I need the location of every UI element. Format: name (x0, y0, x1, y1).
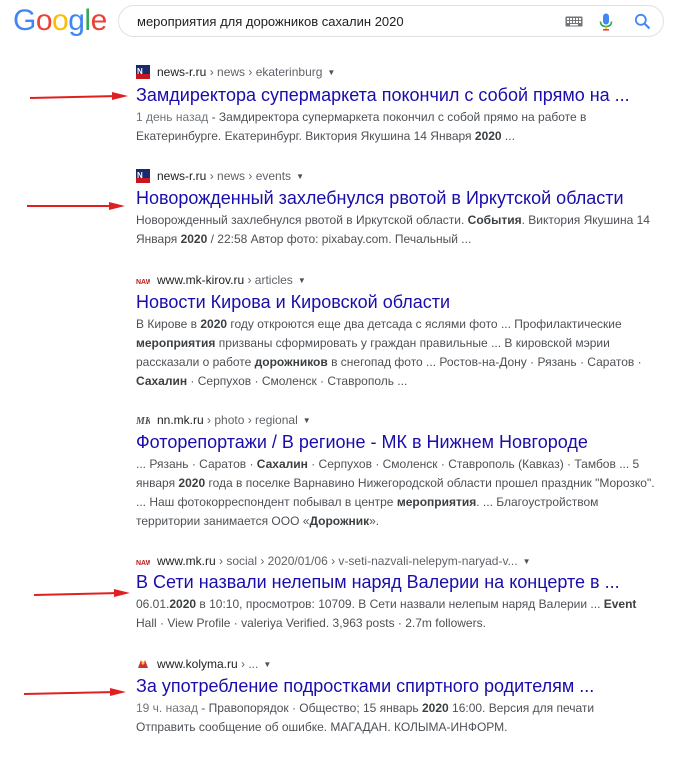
result-snippet: 19 ч. назад - Правопорядок · Общество; 1… (136, 701, 595, 734)
logo-letter: o (52, 4, 69, 37)
mk-favicon-icon: NAW (136, 279, 150, 286)
cite-domain: news-r.ru (157, 65, 207, 79)
search-result: www.kolyma.ru › ... ▼ За употребление под… (0, 655, 700, 745)
result-snippet: Новорожденный захлебнулся рвотой в Иркут… (136, 213, 650, 246)
result-cite[interactable]: news-r.ru › news › ekaterinburg ▼ (157, 64, 335, 81)
cite-path: › photo › regional (203, 413, 298, 427)
mk-favicon-icon: MK (136, 416, 150, 427)
result-title-link[interactable]: Новости Кирова и Кировской области (136, 291, 450, 313)
result-cite[interactable]: www.mk-kirov.ru › articles ▼ (157, 272, 306, 289)
cite-path: › ... (237, 657, 259, 671)
svg-text:N: N (137, 171, 143, 180)
result-title-link[interactable]: За употребление подростками спиртного ро… (136, 675, 594, 697)
result-snippet: В Кирове в 2020 году откроются еще два д… (136, 317, 642, 388)
logo-letter: o (35, 4, 53, 37)
result-title-link[interactable]: Замдиректора супермаркета покончил с соб… (136, 84, 630, 106)
svg-text:MK: MK (136, 416, 150, 427)
logo-letter: e (90, 4, 108, 37)
search-input[interactable] (137, 12, 557, 30)
cite-path: › articles (244, 273, 293, 287)
cite-path: › news › ekaterinburg (206, 65, 323, 79)
search-result: N news-r.ru › news › ekaterinburg ▼ Замди… (0, 62, 700, 152)
svg-text:NAW: NAW (136, 560, 150, 567)
cite-domain: www.mk.ru (157, 554, 216, 568)
red-arrow-annotation (33, 589, 130, 597)
chevron-down-icon[interactable]: ▼ (298, 273, 306, 289)
news-r-favicon-icon: N (136, 65, 150, 79)
result-snippet: ... Рязань · Саратов · Сахалин · Серпухо… (136, 457, 655, 528)
cite-domain: www.kolyma.ru (157, 657, 238, 671)
news-r-favicon-icon: N (136, 169, 150, 183)
search-box[interactable] (118, 5, 664, 37)
result-cite[interactable]: www.mk.ru › social › 2020/01/06 › v-seti… (157, 553, 531, 570)
result-title-link[interactable]: Новорожденный захлебнулся рвотой в Иркут… (136, 187, 624, 209)
result-cite[interactable]: news-r.ru › news › events ▼ (157, 168, 304, 185)
cite-domain: news-r.ru (157, 169, 207, 183)
search-result: MK nn.mk.ru › photo › regional ▼ Фоторепо… (0, 410, 700, 540)
result-title-link[interactable]: Фоторепортажи / В регионе - МК в Нижнем … (136, 431, 588, 453)
chevron-down-icon[interactable]: ▼ (523, 554, 531, 570)
kolyma-favicon-icon (136, 657, 150, 671)
search-icon[interactable] (634, 13, 651, 30)
red-arrow-annotation (29, 92, 128, 100)
svg-text:NAW: NAW (136, 279, 150, 286)
mic-icon[interactable] (599, 13, 613, 31)
google-logo[interactable]: Google (13, 4, 107, 38)
result-snippet: 06.01.2020 в 10:10, просмотров: 10709. В… (136, 597, 637, 630)
logo-letter: G (13, 4, 36, 37)
red-arrow-annotation (27, 202, 125, 210)
result-snippet: 1 день назад - Замдиректора супермаркета… (136, 110, 587, 143)
result-title-link[interactable]: В Сети назвали нелепым наряд Валерии на … (136, 571, 620, 593)
mk-favicon-icon: NAW (136, 560, 150, 567)
chevron-down-icon[interactable]: ▼ (327, 65, 335, 81)
search-result: NAW www.mk-kirov.ru › articles ▼ Новости … (0, 270, 700, 400)
svg-text:N: N (137, 67, 143, 76)
logo-letter: g (68, 4, 85, 37)
cite-domain: www.mk-kirov.ru (157, 273, 245, 287)
red-arrow-annotation (23, 688, 126, 696)
result-cite[interactable]: nn.mk.ru › photo › regional ▼ (157, 412, 311, 429)
chevron-down-icon[interactable]: ▼ (303, 413, 311, 429)
keyboard-icon[interactable] (565, 16, 583, 27)
result-cite[interactable]: www.kolyma.ru › ... ▼ (157, 656, 271, 673)
cite-path: › social › 2020/01/06 › v-seti-nazvali-n… (215, 554, 518, 568)
cite-path: › news › events (206, 169, 292, 183)
cite-domain: nn.mk.ru (157, 413, 204, 427)
chevron-down-icon[interactable]: ▼ (263, 657, 271, 673)
chevron-down-icon[interactable]: ▼ (296, 169, 304, 185)
